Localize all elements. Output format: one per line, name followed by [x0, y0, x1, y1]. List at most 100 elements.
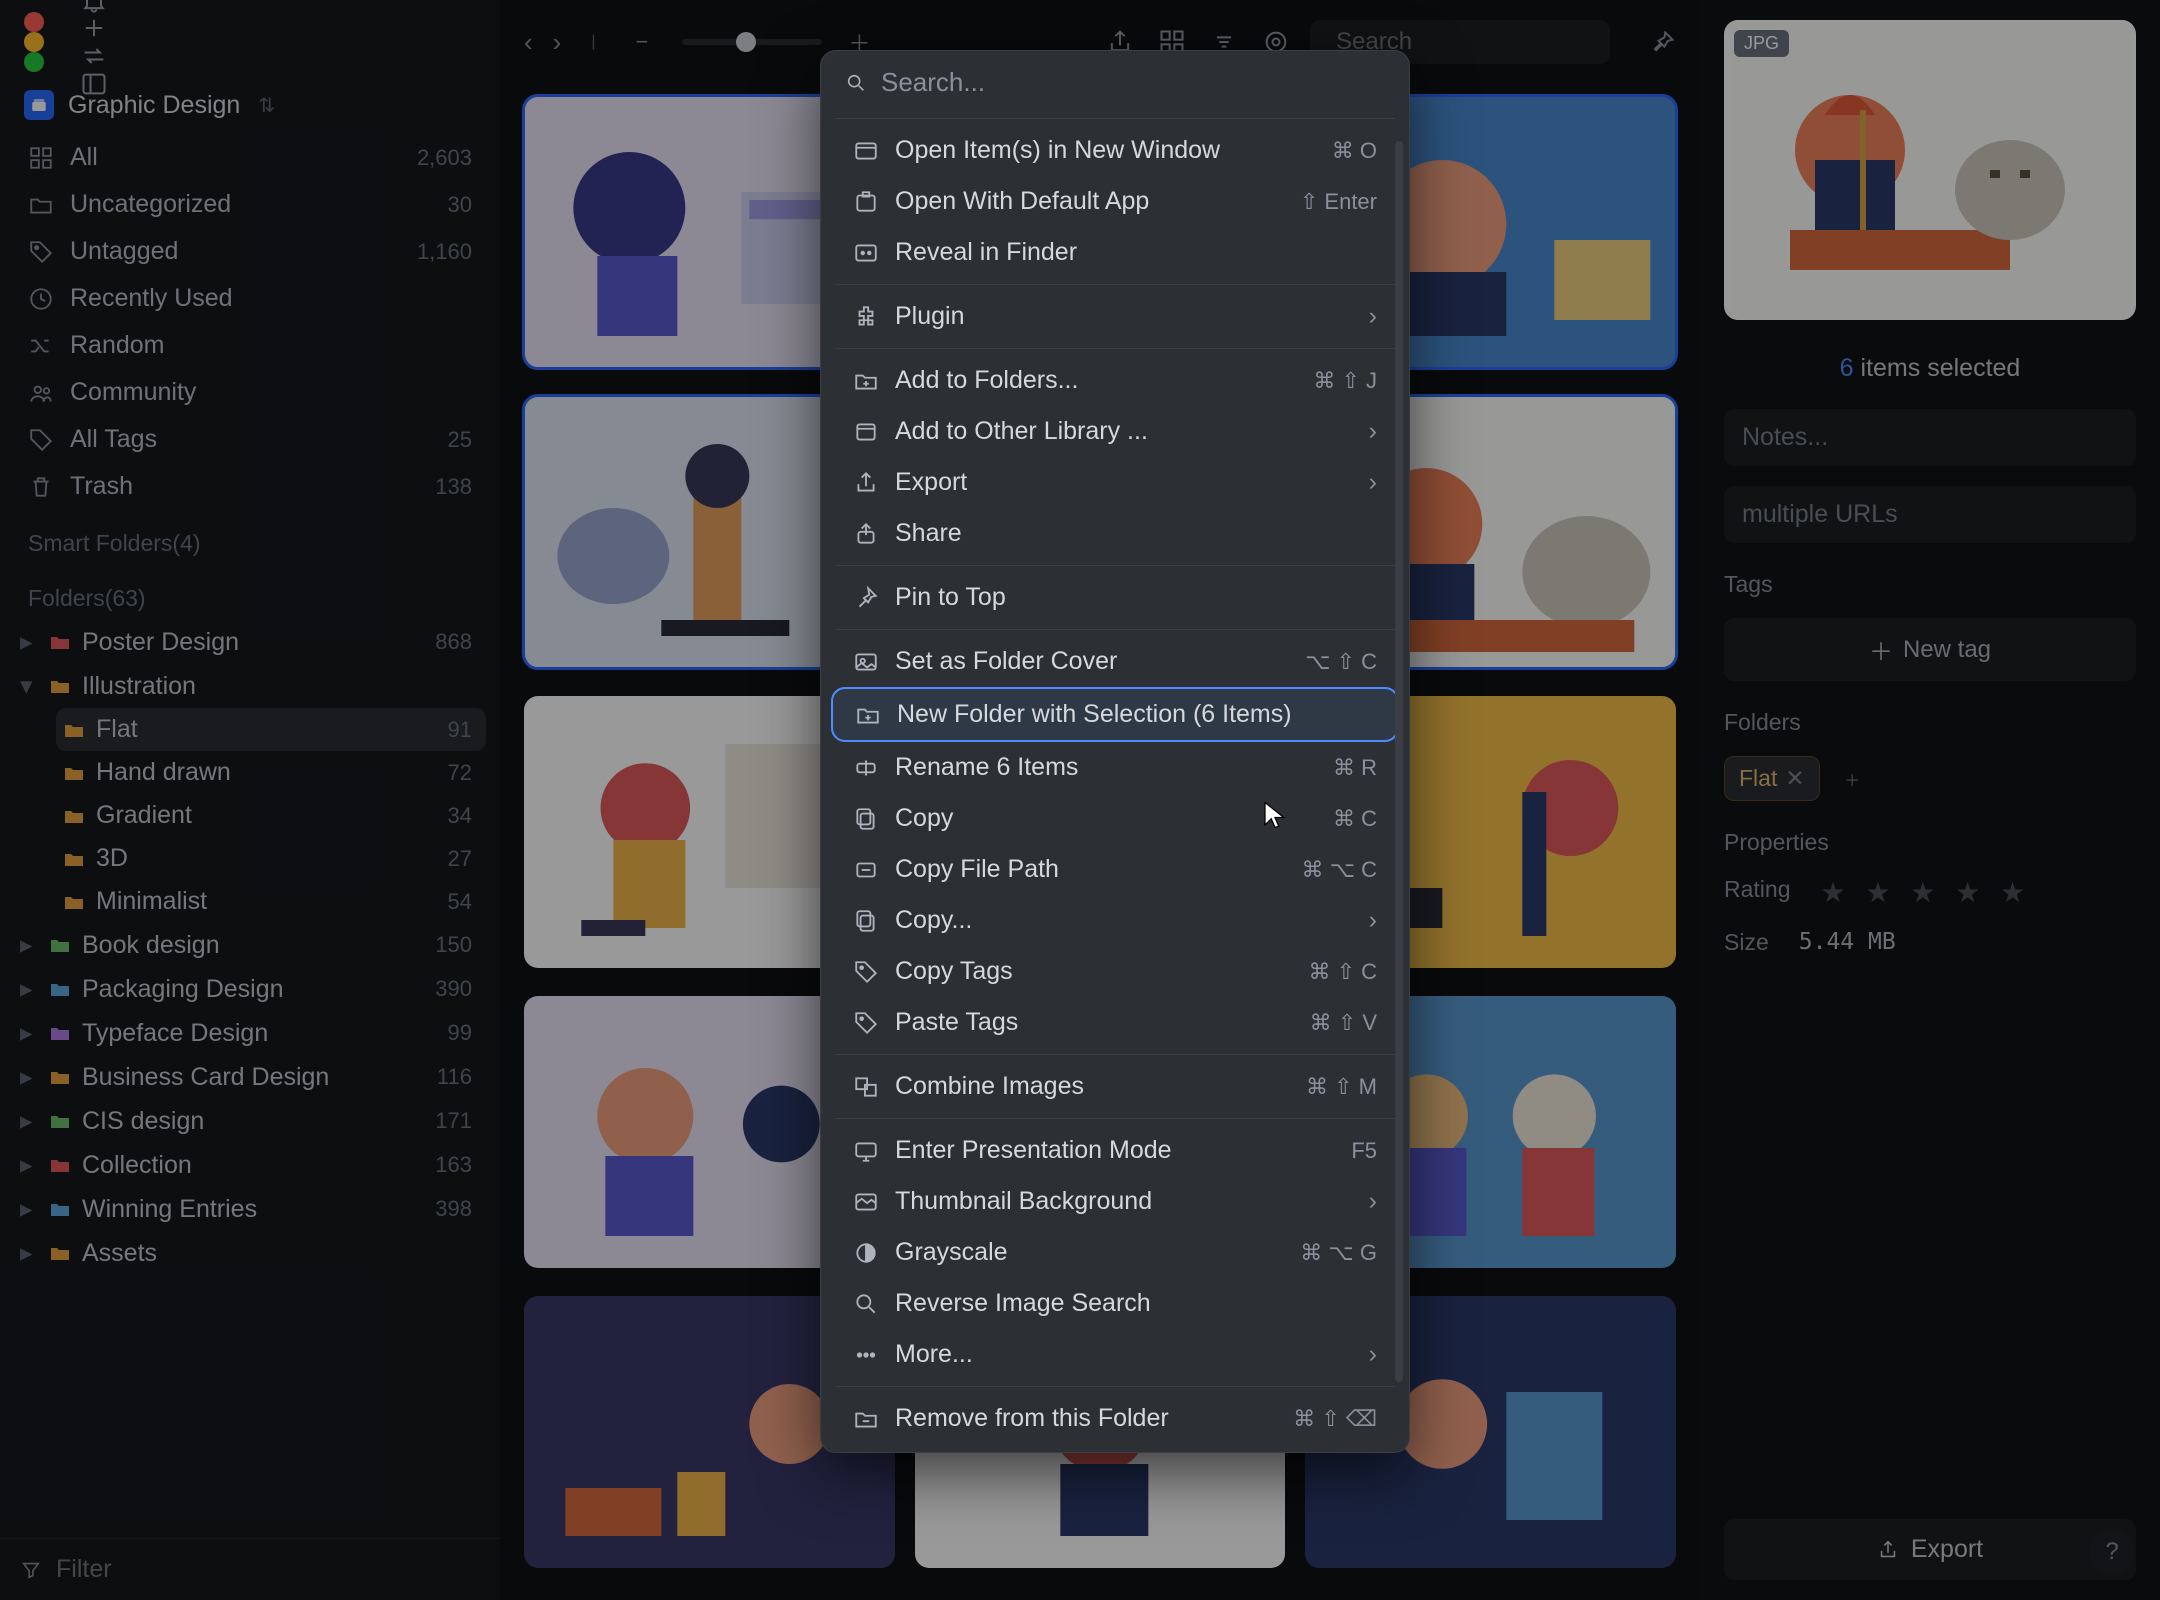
sidebar-item-count: 2,603: [417, 145, 472, 171]
help-button[interactable]: ?: [2090, 1530, 2134, 1574]
close-window-button[interactable]: [24, 12, 44, 32]
menu-item-pin-to-top[interactable]: Pin to Top: [831, 572, 1399, 623]
context-search-input[interactable]: [881, 67, 1385, 98]
close-icon[interactable]: ✕: [1785, 765, 1804, 792]
library-selector[interactable]: Graphic Design ⇅: [24, 90, 476, 120]
context-search[interactable]: [821, 51, 1409, 112]
folder-assets[interactable]: ▸ Assets: [14, 1231, 486, 1275]
folder-count: 99: [448, 1020, 480, 1046]
menu-item-reveal-in-finder[interactable]: Reveal in Finder: [831, 227, 1399, 278]
rating-stars[interactable]: ★ ★ ★ ★ ★: [1820, 876, 2031, 909]
notes-field[interactable]: Notes...: [1724, 409, 2136, 466]
disclosure-icon[interactable]: ▸: [20, 1194, 38, 1224]
smart-folders-section[interactable]: Smart Folders(4): [14, 510, 486, 565]
nav-back-button[interactable]: ‹: [524, 27, 533, 58]
thumbnail-size-slider[interactable]: [682, 39, 822, 45]
menu-item-export[interactable]: Export ›: [831, 457, 1399, 508]
filter-input[interactable]: [56, 1555, 480, 1584]
menu-item-rename-6-items[interactable]: Rename 6 Items ⌘ R: [831, 742, 1399, 793]
fullscreen-window-button[interactable]: [24, 52, 44, 72]
folder-flat[interactable]: Flat 91: [56, 708, 486, 751]
disclosure-icon[interactable]: ▸: [20, 1018, 38, 1048]
menu-item-more[interactable]: More... ›: [831, 1329, 1399, 1380]
sidebar-item-random[interactable]: Random: [14, 322, 486, 369]
disclosure-icon[interactable]: ▸: [20, 627, 38, 657]
disclosure-icon[interactable]: ▾: [20, 671, 38, 701]
menu-item-combine-images[interactable]: Combine Images ⌘ ⇧ M: [831, 1061, 1399, 1112]
menu-item-new-folder-with-selection-6-items[interactable]: New Folder with Selection (6 Items): [831, 687, 1399, 742]
add-folder-button[interactable]: ＋: [1834, 761, 1870, 797]
export-button[interactable]: Export: [1724, 1519, 2136, 1580]
menu-item-remove-from-this-folder[interactable]: Remove from this Folder ⌘ ⇧ ⌫: [831, 1393, 1399, 1444]
folder-chip[interactable]: Flat ✕: [1724, 756, 1820, 801]
sidebar-item-trash[interactable]: Trash 138: [14, 463, 486, 510]
menu-item-copy[interactable]: Copy... ›: [831, 895, 1399, 946]
menu-item-copy-tags[interactable]: Copy Tags ⌘ ⇧ C: [831, 946, 1399, 997]
sidebar-item-community[interactable]: Community: [14, 369, 486, 416]
menu-item-open-item-s-in-new-window[interactable]: Open Item(s) in New Window ⌘ O: [831, 125, 1399, 176]
sidebar-item-all-tags[interactable]: All Tags 25: [14, 416, 486, 463]
menu-item-share[interactable]: Share: [831, 508, 1399, 559]
menu-item-grayscale[interactable]: Grayscale ⌘ ⌥ G: [831, 1227, 1399, 1278]
menu-item-paste-tags[interactable]: Paste Tags ⌘ ⇧ V: [831, 997, 1399, 1048]
rename-icon: [853, 755, 879, 781]
transfer-icon[interactable]: [80, 42, 108, 70]
folder-3d[interactable]: 3D 27: [56, 837, 486, 880]
folder-minimalist[interactable]: Minimalist 54: [56, 880, 486, 923]
folder-count: 116: [437, 1064, 480, 1090]
cover-icon: [853, 649, 879, 675]
preview-thumbnail[interactable]: JPG: [1724, 20, 2136, 320]
minimize-window-button[interactable]: [24, 32, 44, 52]
pin-icon[interactable]: [1648, 28, 1676, 56]
menu-item-label: Copy: [895, 804, 953, 833]
menu-item-enter-presentation-mode[interactable]: Enter Presentation Mode F5: [831, 1125, 1399, 1176]
folder-business-card-design[interactable]: ▸ Business Card Design 116: [14, 1055, 486, 1099]
folder-collection[interactable]: ▸ Collection 163: [14, 1143, 486, 1187]
new-tag-button[interactable]: ＋ New tag: [1724, 618, 2136, 681]
sidebar-item-all[interactable]: All 2,603: [14, 134, 486, 181]
folder-hand-drawn[interactable]: Hand drawn 72: [56, 751, 486, 794]
menu-item-add-to-folders[interactable]: Add to Folders... ⌘ ⇧ J: [831, 355, 1399, 406]
folder-cis-design[interactable]: ▸ CIS design 171: [14, 1099, 486, 1143]
sidebar-filter[interactable]: [0, 1538, 500, 1600]
sidebar-item-uncategorized[interactable]: Uncategorized 30: [14, 181, 486, 228]
menu-item-thumbnail-background[interactable]: Thumbnail Background ›: [831, 1176, 1399, 1227]
sidebar-item-recently-used[interactable]: Recently Used: [14, 275, 486, 322]
folder-icon: [48, 1065, 72, 1089]
menu-item-copy-file-path[interactable]: Copy File Path ⌘ ⌥ C: [831, 844, 1399, 895]
sidebar-item-untagged[interactable]: Untagged 1,160: [14, 228, 486, 275]
folder-count: 171: [435, 1108, 480, 1134]
folder-typeface-design[interactable]: ▸ Typeface Design 99: [14, 1011, 486, 1055]
menu-item-copy[interactable]: Copy ⌘ C: [831, 793, 1399, 844]
folder-packaging-design[interactable]: ▸ Packaging Design 390: [14, 967, 486, 1011]
disclosure-icon[interactable]: ▸: [20, 1150, 38, 1180]
menu-item-plugin[interactable]: Plugin ›: [831, 291, 1399, 342]
folder-book-design[interactable]: ▸ Book design 150: [14, 923, 486, 967]
context-scrollbar[interactable]: [1395, 141, 1403, 1382]
sidebar: Graphic Design ⇅ All 2,603 Uncategorized…: [0, 0, 500, 1600]
disclosure-icon[interactable]: ▸: [20, 930, 38, 960]
bell-icon[interactable]: [80, 0, 108, 14]
folder-icon: [62, 761, 86, 785]
reverse-icon: [853, 1291, 879, 1317]
menu-item-set-as-folder-cover[interactable]: Set as Folder Cover ⌥ ⇧ C: [831, 636, 1399, 687]
copy-icon: [853, 908, 879, 934]
menu-item-reverse-image-search[interactable]: Reverse Image Search: [831, 1278, 1399, 1329]
shortcut: ⌘ ⇧ J: [1313, 368, 1377, 394]
nav-forward-button[interactable]: ›: [553, 27, 562, 58]
shortcut: F5: [1351, 1138, 1377, 1164]
menu-item-add-to-other-library[interactable]: Add to Other Library ... ›: [831, 406, 1399, 457]
plus-icon[interactable]: [80, 14, 108, 42]
folder-illustration[interactable]: ▾ Illustration: [14, 664, 486, 708]
disclosure-icon[interactable]: ▸: [20, 974, 38, 1004]
disclosure-icon[interactable]: ▸: [20, 1238, 38, 1268]
folders-section[interactable]: Folders(63): [14, 565, 486, 620]
folder-winning-entries[interactable]: ▸ Winning Entries 398: [14, 1187, 486, 1231]
folder-poster-design[interactable]: ▸ Poster Design 868: [14, 620, 486, 664]
menu-item-open-with-default-app[interactable]: Open With Default App ⇧ Enter: [831, 176, 1399, 227]
urls-field[interactable]: multiple URLs: [1724, 486, 2136, 543]
disclosure-icon[interactable]: ▸: [20, 1062, 38, 1092]
disclosure-icon[interactable]: ▸: [20, 1106, 38, 1136]
folder-gradient[interactable]: Gradient 34: [56, 794, 486, 837]
context-menu[interactable]: Open Item(s) in New Window ⌘ O Open With…: [820, 50, 1410, 1453]
